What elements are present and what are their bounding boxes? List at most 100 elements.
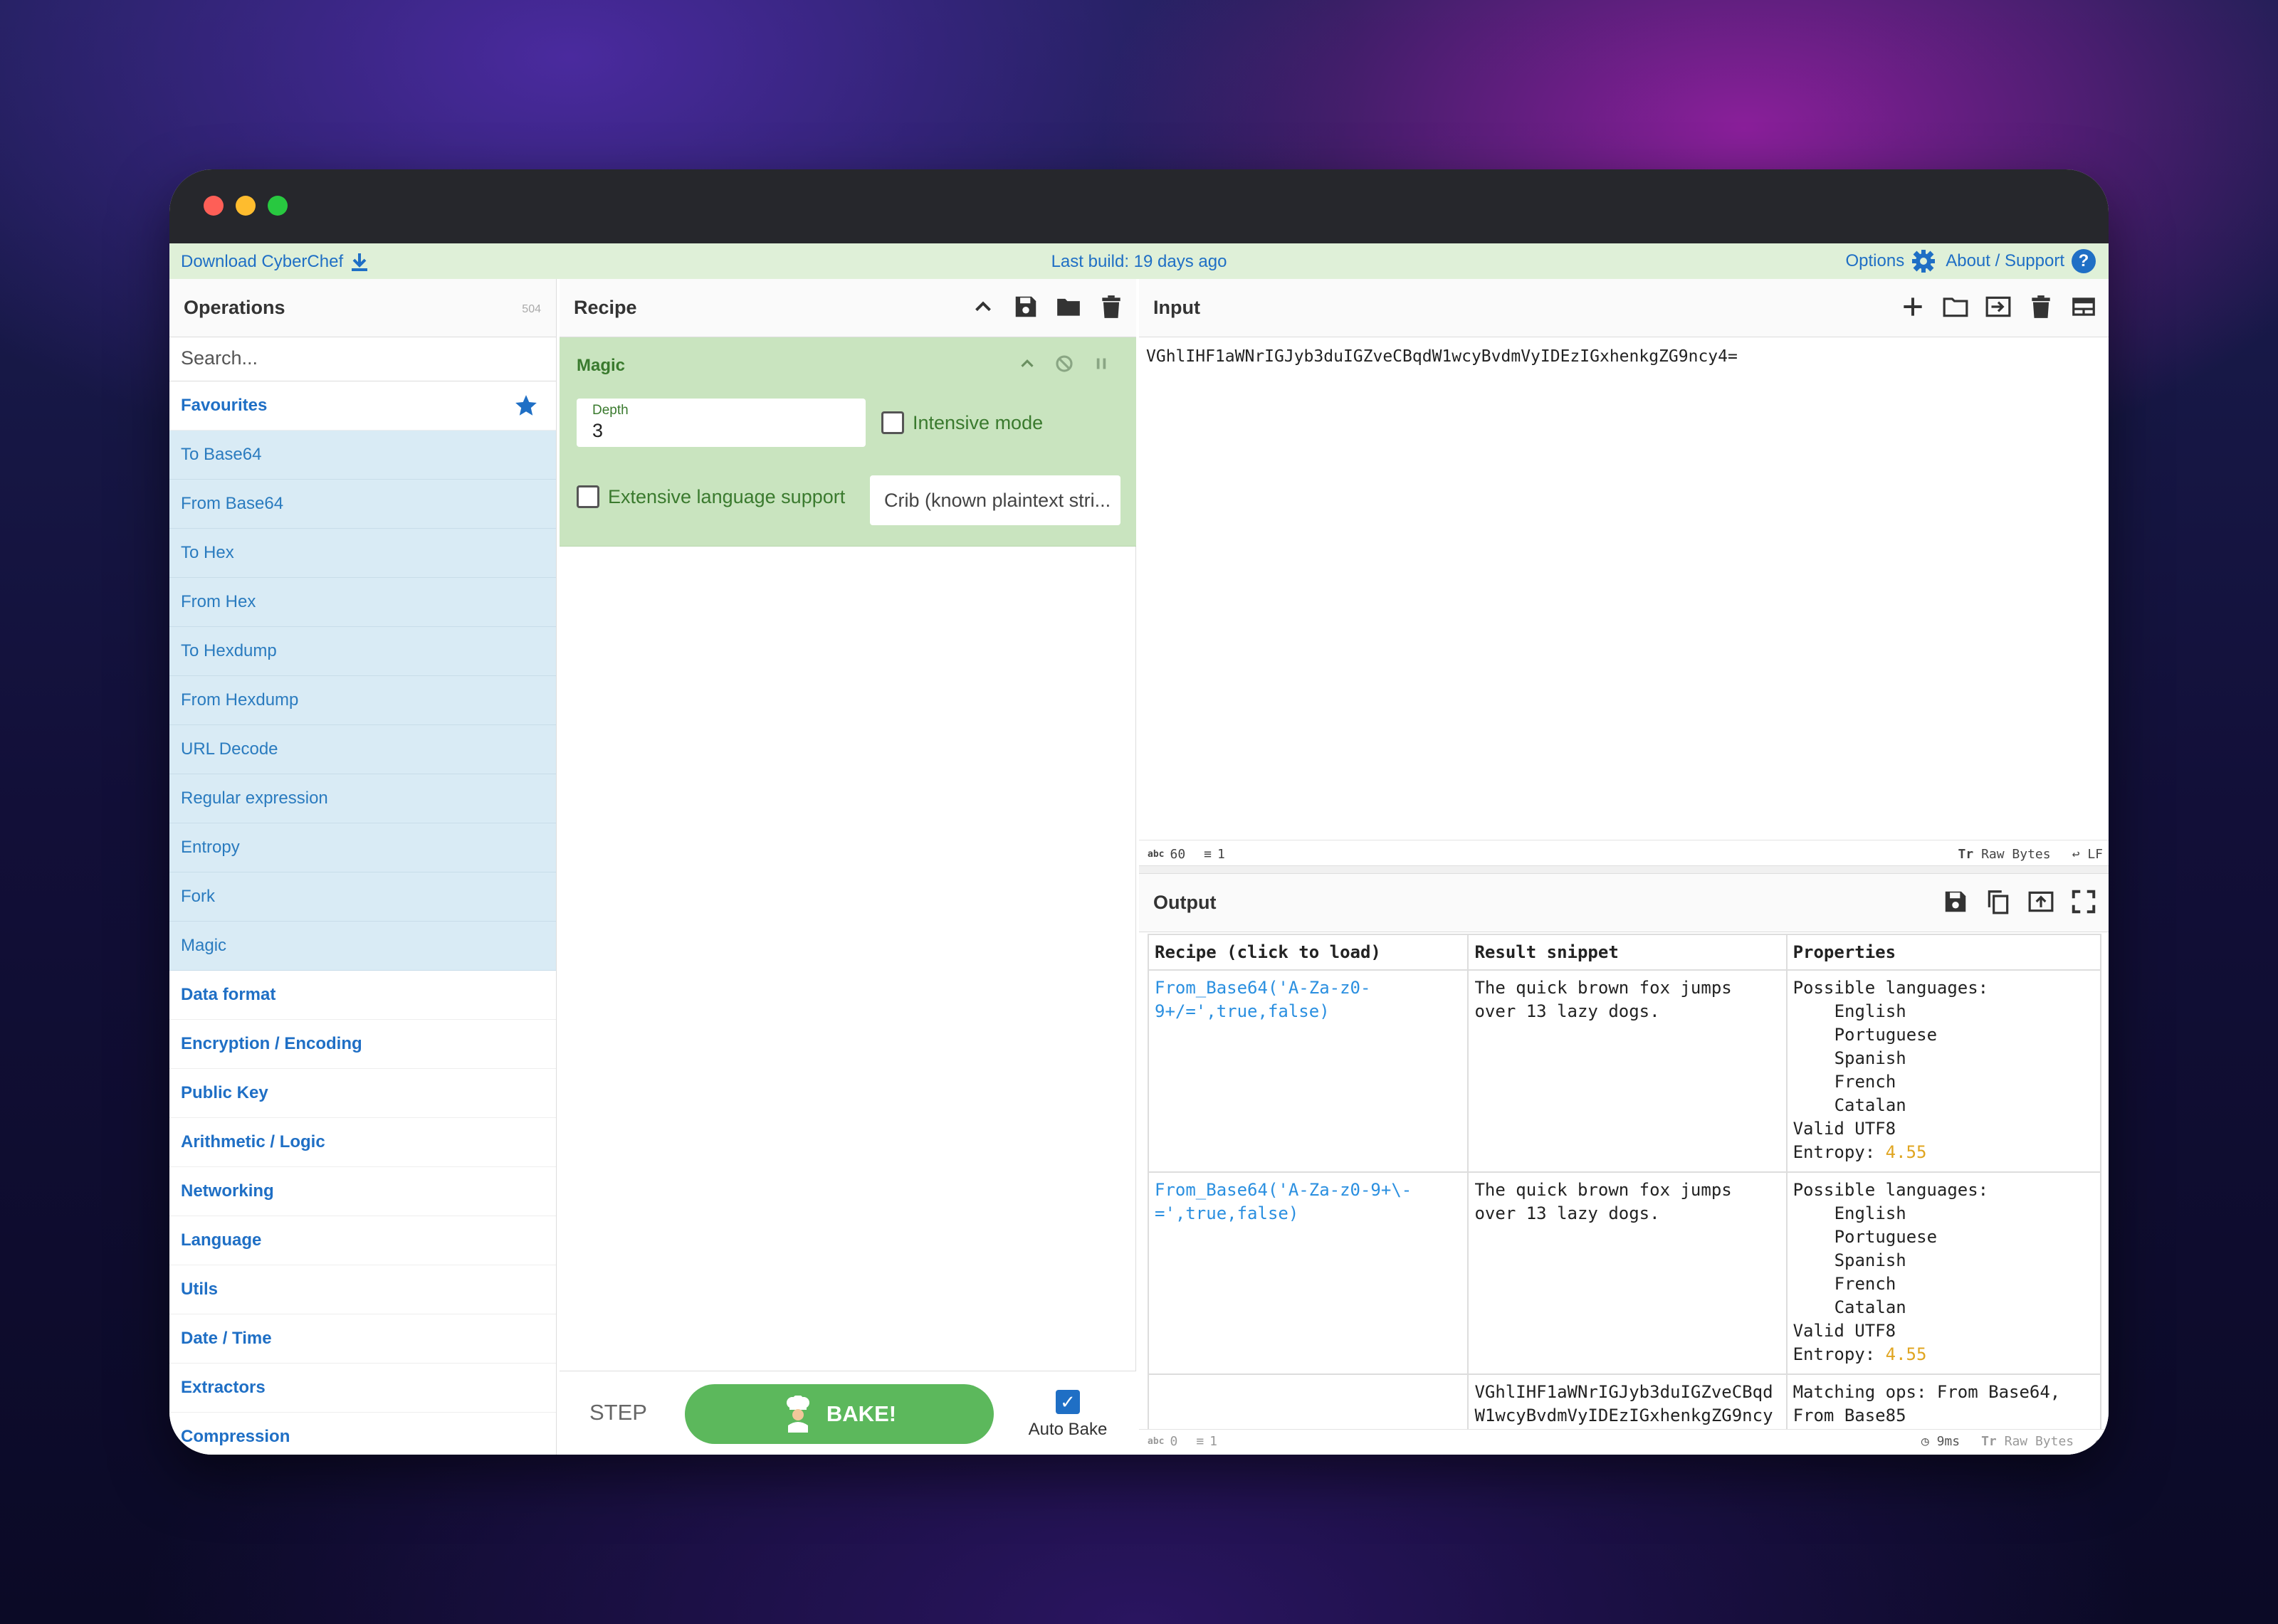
valid-utf8: Valid UTF8: [1793, 1321, 1896, 1341]
text-format-icon: Tr: [1981, 1434, 1997, 1449]
favourite-item[interactable]: To Base64: [169, 431, 556, 480]
category-item[interactable]: Data format: [169, 971, 556, 1020]
options-label: Options: [1845, 251, 1905, 270]
operations-search-input[interactable]: Search...: [169, 337, 556, 381]
checkbox-box: [881, 411, 904, 434]
entropy-label: Entropy:: [1793, 1344, 1886, 1364]
favourite-item[interactable]: To Hexdump: [169, 627, 556, 676]
title-bar: [169, 169, 2109, 243]
crib-input[interactable]: Crib (known plaintext stri...: [870, 475, 1120, 525]
save-icon[interactable]: [1012, 293, 1039, 320]
open-folder-icon[interactable]: [1942, 293, 1969, 320]
pane-divider[interactable]: [1139, 865, 2109, 874]
table-header-row: Recipe (click to load) Result snippet Pr…: [1147, 934, 2102, 971]
magic-results-table: Recipe (click to load) Result snippet Pr…: [1147, 934, 2102, 1455]
output-title: Output: [1153, 892, 1217, 913]
recipe-controls: STEP BAKE! ✓ Auto Bake: [560, 1371, 1136, 1455]
encoding-selector[interactable]: Tr Raw Bytes: [1958, 847, 2051, 862]
favourite-item[interactable]: URL Decode: [169, 725, 556, 774]
minimize-window-button[interactable]: [236, 196, 256, 216]
replace-input-icon[interactable]: [2027, 888, 2054, 915]
encoding-selector[interactable]: Tr Raw Bytes: [1981, 1434, 2074, 1449]
auto-bake-toggle[interactable]: ✓ Auto Bake: [1018, 1390, 1118, 1440]
input-status-bar: abc 60 ≡ 1 Tr Raw Bytes ↩ LF: [1139, 840, 2109, 868]
eol-selector[interactable]: ↩ LF: [2072, 847, 2103, 862]
auto-bake-label: Auto Bake: [1028, 1420, 1108, 1439]
add-tab-icon[interactable]: [1899, 293, 1926, 320]
category-item[interactable]: Utils: [169, 1265, 556, 1314]
favourite-item[interactable]: Fork: [169, 872, 556, 922]
maximize-window-button[interactable]: [268, 196, 288, 216]
load-file-icon[interactable]: [1985, 293, 2012, 320]
bake-button[interactable]: BAKE!: [685, 1384, 994, 1444]
favourite-item[interactable]: From Hex: [169, 578, 556, 627]
category-favourites[interactable]: Favourites: [169, 381, 556, 431]
step-button[interactable]: STEP: [589, 1400, 647, 1425]
line-count: 1: [1209, 1434, 1218, 1449]
abc-icon: abc: [1148, 849, 1165, 860]
table-row: From_Base64('A-Za-z0-9+/=',true,false) T…: [1147, 969, 2102, 1173]
options-button[interactable]: Options: [1846, 249, 1936, 273]
favourite-item[interactable]: Regular expression: [169, 774, 556, 823]
lines-icon: ≡: [1196, 1434, 1204, 1449]
output-header: Output: [1139, 874, 2109, 932]
category-item[interactable]: Extractors: [169, 1364, 556, 1413]
entropy-line: Entropy: 4.55: [1793, 1141, 2094, 1164]
magic-operation[interactable]: Magic Depth 3 Intensive mode Extensive l…: [560, 337, 1136, 547]
time-label: 9ms: [1936, 1434, 1961, 1449]
collapse-icon[interactable]: [1017, 353, 1038, 374]
category-item[interactable]: Encryption / Encoding: [169, 1020, 556, 1069]
help-icon: ?: [2072, 249, 2096, 273]
layout-icon[interactable]: [2070, 293, 2097, 320]
folder-icon[interactable]: [1055, 293, 1082, 320]
extensive-language-checkbox[interactable]: Extensive language support: [577, 485, 845, 508]
recipe-link[interactable]: From_Base64('A-Za-z0-9+/=',true,false): [1147, 969, 1469, 1173]
app-window: Download CyberChef Last build: 19 days a…: [169, 169, 2109, 1455]
abc-icon: abc: [1148, 1436, 1165, 1447]
save-icon[interactable]: [1942, 888, 1969, 915]
entropy-value: 4.55: [1885, 1344, 1927, 1364]
depth-field[interactable]: Depth 3: [577, 399, 866, 447]
extensive-language-label: Extensive language support: [608, 485, 846, 507]
result-snippet: The quick brown fox jumps over 13 lazy d…: [1467, 1171, 1788, 1375]
operations-header: Operations 504: [169, 279, 556, 337]
category-item[interactable]: Networking: [169, 1167, 556, 1216]
trash-icon[interactable]: [2027, 293, 2054, 320]
language-item: English: [1834, 1203, 1906, 1223]
language-item: Portuguese: [1834, 1025, 1938, 1045]
bake-time: ◷ 9ms: [1921, 1434, 1960, 1449]
favourite-item[interactable]: From Hexdump: [169, 676, 556, 725]
about-support-button[interactable]: About / Support ?: [1946, 249, 2096, 273]
language-item: Catalan: [1834, 1297, 1906, 1317]
bake-label: BAKE!: [826, 1401, 897, 1426]
language-item: French: [1834, 1274, 1896, 1294]
favourite-item[interactable]: To Hex: [169, 529, 556, 578]
table-row: From_Base64('A-Za-z0-9+\-=',true,false) …: [1147, 1171, 2102, 1375]
intensive-mode-checkbox[interactable]: Intensive mode: [881, 411, 1043, 434]
copy-icon[interactable]: [1985, 888, 2012, 915]
operations-pane: Operations 504 Search... Favourites To B…: [169, 279, 557, 1455]
build-info: Last build: 19 days ago: [1051, 252, 1227, 271]
column-header: Result snippet: [1467, 934, 1788, 971]
about-label: About / Support: [1946, 251, 2064, 270]
favourite-item[interactable]: Magic: [169, 922, 556, 971]
category-item[interactable]: Language: [169, 1216, 556, 1265]
recipe-link[interactable]: From_Base64('A-Za-z0-9+\-=',true,false): [1147, 1171, 1469, 1375]
category-item[interactable]: Arithmetic / Logic: [169, 1118, 556, 1167]
close-window-button[interactable]: [204, 196, 224, 216]
fullscreen-icon[interactable]: [2070, 888, 2097, 915]
favourite-item[interactable]: From Base64: [169, 480, 556, 529]
category-item[interactable]: Compression: [169, 1413, 556, 1455]
entropy-label: Entropy:: [1793, 1142, 1886, 1162]
encoding-label: Raw Bytes: [1981, 847, 2051, 862]
disable-icon[interactable]: [1054, 353, 1075, 374]
chevron-up-icon[interactable]: [970, 293, 997, 320]
star-icon: [515, 395, 537, 416]
column-header: Properties: [1785, 934, 2102, 971]
category-item[interactable]: Public Key: [169, 1069, 556, 1118]
trash-icon[interactable]: [1098, 293, 1125, 320]
input-textarea[interactable]: VGhlIHF1aWNrIGJyb3duIGZveCBqdW1wcyBvdmVy…: [1146, 347, 1738, 366]
category-item[interactable]: Date / Time: [169, 1314, 556, 1364]
favourite-item[interactable]: Entropy: [169, 823, 556, 872]
pause-icon[interactable]: [1091, 353, 1112, 374]
